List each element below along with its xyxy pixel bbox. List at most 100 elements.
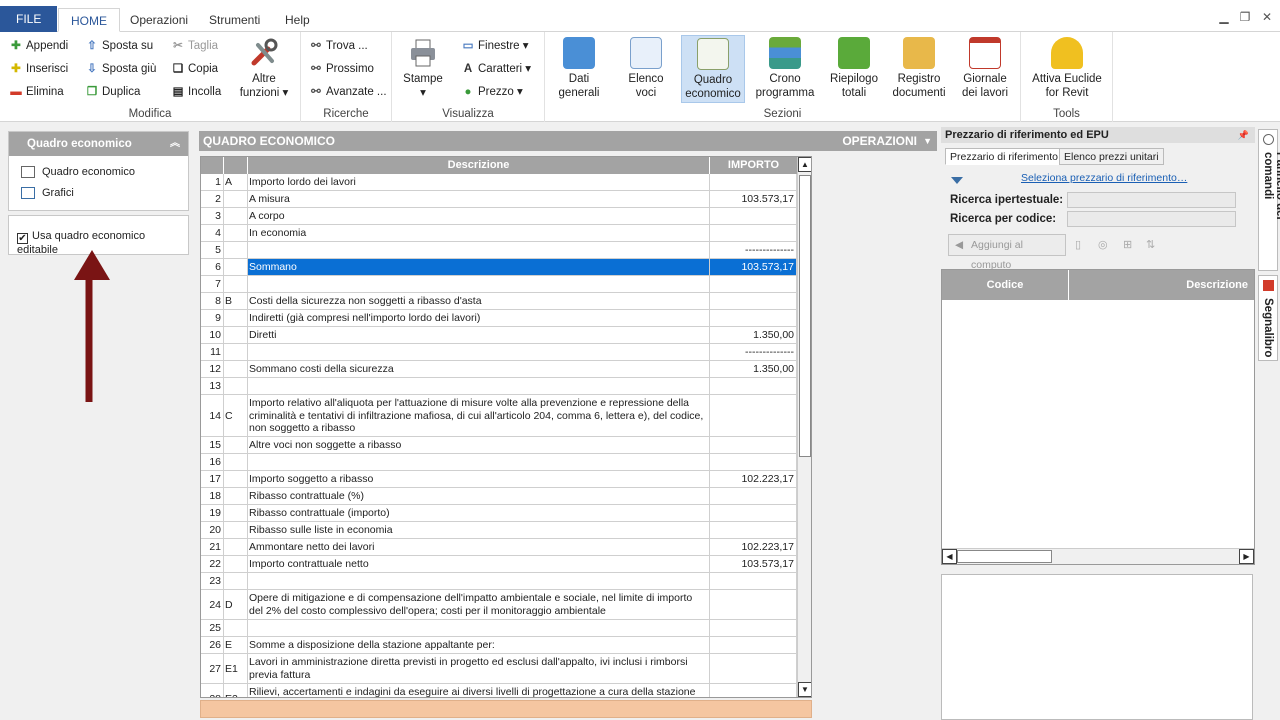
- row-number[interactable]: 21: [201, 539, 224, 555]
- ricerca-codice-input[interactable]: [1067, 211, 1236, 227]
- close-icon[interactable]: ✕: [1259, 10, 1275, 24]
- col-codice[interactable]: Codice: [942, 270, 1069, 300]
- table-row[interactable]: 17 Importo soggetto a ribasso 102.223,17: [201, 471, 797, 488]
- row-letter[interactable]: E2: [224, 684, 248, 697]
- incolla-button[interactable]: ▤ Incolla: [172, 82, 222, 102]
- row-importo[interactable]: [710, 637, 797, 653]
- aggiungi-computo-button[interactable]: ◀ Aggiungi al computo: [948, 234, 1066, 271]
- editable-checkbox[interactable]: ✔: [17, 233, 28, 244]
- row-importo[interactable]: [710, 522, 797, 538]
- sort-icon[interactable]: ⇅: [1146, 238, 1158, 252]
- row-importo[interactable]: [710, 276, 797, 292]
- pin-icon[interactable]: 📌: [1238, 127, 1249, 143]
- row-number[interactable]: 5: [201, 242, 224, 258]
- tab-help[interactable]: Help: [273, 8, 322, 32]
- row-importo[interactable]: --------------: [710, 242, 797, 258]
- table-row[interactable]: 9 Indiretti (già compresi nell'importo lo…: [201, 310, 797, 327]
- hscroll-thumb[interactable]: [957, 550, 1052, 563]
- row-description[interactable]: [248, 344, 710, 360]
- crono-programma-button[interactable]: Crono programma: [750, 35, 820, 103]
- row-number[interactable]: 28: [201, 684, 224, 697]
- table-row[interactable]: 1 A Importo lordo dei lavori: [201, 174, 797, 191]
- row-number[interactable]: 6: [201, 259, 224, 275]
- row-letter[interactable]: [224, 488, 248, 504]
- row-description[interactable]: Sommano: [248, 259, 710, 275]
- table-row[interactable]: 6 Sommano 103.573,17: [201, 259, 797, 276]
- tab-elenco-prezzi[interactable]: Elenco prezzi unitari: [1059, 148, 1164, 165]
- row-description[interactable]: Importo lordo dei lavori: [248, 174, 710, 190]
- quadro-economico-button[interactable]: Quadro economico: [681, 35, 745, 103]
- row-letter[interactable]: [224, 242, 248, 258]
- row-importo[interactable]: 1.350,00: [710, 361, 797, 377]
- row-letter[interactable]: [224, 361, 248, 377]
- row-number[interactable]: 8: [201, 293, 224, 309]
- row-importo[interactable]: [710, 590, 797, 619]
- row-number[interactable]: 15: [201, 437, 224, 453]
- row-description[interactable]: Indiretti (già compresi nell'importo lor…: [248, 310, 710, 326]
- row-description[interactable]: Altre voci non soggette a ribasso: [248, 437, 710, 453]
- table-row[interactable]: 26 E Somme a disposizione della stazione a…: [201, 637, 797, 654]
- table-row[interactable]: 4 In economia: [201, 225, 797, 242]
- stampe-button[interactable]: Stampe ▾: [394, 35, 452, 103]
- row-letter[interactable]: [224, 208, 248, 224]
- elimina-button[interactable]: ▬ Elimina: [10, 82, 63, 102]
- row-description[interactable]: Ribasso sulle liste in economia: [248, 522, 710, 538]
- row-number[interactable]: 10: [201, 327, 224, 343]
- row-importo[interactable]: [710, 395, 797, 436]
- table-row[interactable]: 18 Ribasso contrattuale (%): [201, 488, 797, 505]
- copia-button[interactable]: ❏ Copia: [172, 59, 218, 79]
- row-letter[interactable]: B: [224, 293, 248, 309]
- row-description[interactable]: A misura: [248, 191, 710, 207]
- trova-button[interactable]: ⚯ Trova ...: [310, 36, 368, 56]
- row-description[interactable]: Costi della sicurezza non soggetti a rib…: [248, 293, 710, 309]
- row-number[interactable]: 7: [201, 276, 224, 292]
- row-letter[interactable]: [224, 539, 248, 555]
- row-letter[interactable]: A: [224, 174, 248, 190]
- row-importo[interactable]: [710, 293, 797, 309]
- row-description[interactable]: [248, 620, 710, 636]
- row-number[interactable]: 3: [201, 208, 224, 224]
- row-number[interactable]: 25: [201, 620, 224, 636]
- row-number[interactable]: 18: [201, 488, 224, 504]
- row-number[interactable]: 16: [201, 454, 224, 470]
- row-letter[interactable]: [224, 454, 248, 470]
- row-importo[interactable]: [710, 488, 797, 504]
- dati-generali-button[interactable]: Dati generali: [547, 35, 611, 103]
- scroll-right-icon[interactable]: ▶: [1239, 549, 1254, 564]
- grid-horizontal-scrollbar[interactable]: ◀ ▶: [942, 548, 1254, 564]
- row-number[interactable]: 4: [201, 225, 224, 241]
- row-description[interactable]: Importo relativo all'aliquota per l'attu…: [248, 395, 710, 436]
- tab-file[interactable]: FILE: [0, 6, 58, 32]
- seleziona-prezzario-link[interactable]: Seleziona prezzario di riferimento…: [1021, 172, 1187, 184]
- row-letter[interactable]: [224, 276, 248, 292]
- giornale-lavori-button[interactable]: Giornale dei lavori: [953, 35, 1017, 103]
- col-descrizione[interactable]: Descrizione: [248, 157, 710, 174]
- row-letter[interactable]: E: [224, 637, 248, 653]
- table-row[interactable]: 19 Ribasso contrattuale (importo): [201, 505, 797, 522]
- row-number[interactable]: 12: [201, 361, 224, 377]
- table-row[interactable]: 22 Importo contrattuale netto 103.573,17: [201, 556, 797, 573]
- sposta-giu-button[interactable]: ⇩ Sposta giù: [86, 59, 156, 79]
- row-importo[interactable]: [710, 573, 797, 589]
- row-number[interactable]: 23: [201, 573, 224, 589]
- row-letter[interactable]: [224, 620, 248, 636]
- row-importo[interactable]: 102.223,17: [710, 471, 797, 487]
- expand-triangle-icon[interactable]: [951, 177, 963, 184]
- row-importo[interactable]: [710, 505, 797, 521]
- scroll-down-icon[interactable]: ▼: [798, 682, 811, 697]
- row-importo[interactable]: [710, 310, 797, 326]
- row-description[interactable]: Lavori in amministrazione diretta previs…: [248, 654, 710, 683]
- left-panel-header[interactable]: Quadro economico ︽: [9, 132, 188, 156]
- row-importo[interactable]: 103.573,17: [710, 556, 797, 572]
- row-importo[interactable]: 103.573,17: [710, 191, 797, 207]
- row-letter[interactable]: [224, 573, 248, 589]
- operazioni-menu[interactable]: OPERAZIONI: [842, 131, 917, 151]
- row-description[interactable]: In economia: [248, 225, 710, 241]
- row-importo[interactable]: [710, 454, 797, 470]
- side-tab-segnalibro[interactable]: Segnalibro: [1258, 275, 1278, 361]
- row-letter[interactable]: D: [224, 590, 248, 619]
- row-description[interactable]: Somme a disposizione della stazione appa…: [248, 637, 710, 653]
- row-description[interactable]: A corpo: [248, 208, 710, 224]
- coins-icon[interactable]: ◎: [1098, 238, 1110, 252]
- row-number[interactable]: 19: [201, 505, 224, 521]
